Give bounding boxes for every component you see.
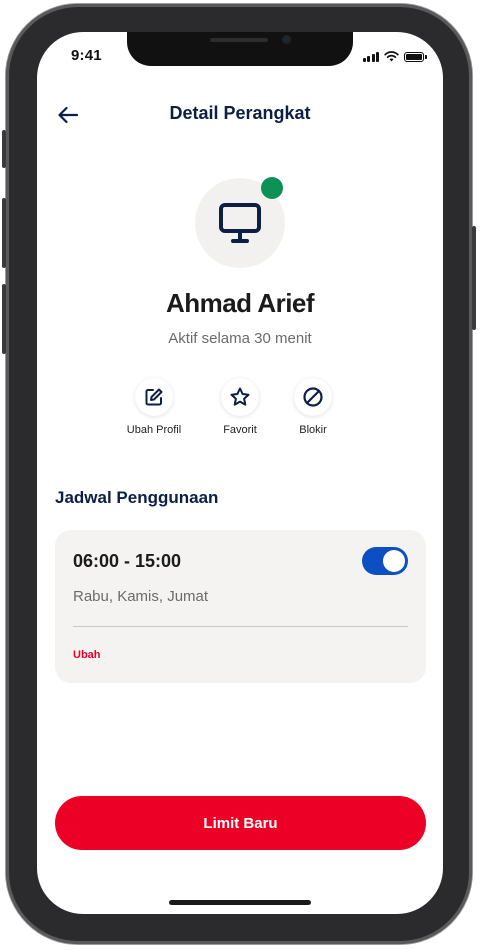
- front-camera: [282, 35, 291, 44]
- home-indicator: [169, 900, 311, 905]
- volume-down-button: [2, 284, 6, 354]
- block-label: Blokir: [299, 424, 327, 436]
- block-action[interactable]: Blokir: [271, 378, 355, 436]
- schedule-toggle[interactable]: [362, 547, 408, 575]
- app-header: Detail Perangkat: [37, 98, 443, 132]
- wifi-icon: [384, 51, 399, 62]
- phone-screen: 9:41 Detail Perangkat Ahmad Arief Aktif …: [37, 32, 443, 914]
- signal-icon: [362, 51, 379, 62]
- edit-profile-action[interactable]: Ubah Profil: [112, 378, 196, 436]
- action-row: Ubah Profil Favorit Blokir: [37, 378, 443, 444]
- mute-switch: [2, 130, 6, 168]
- star-icon: [230, 387, 250, 406]
- page-title: Detail Perangkat: [169, 103, 311, 123]
- device-status-text: Aktif selama 30 menit: [168, 330, 312, 347]
- edit-schedule-link[interactable]: Ubah: [73, 649, 101, 661]
- favorite-label: Favorit: [223, 424, 257, 436]
- speaker-grille: [210, 38, 268, 42]
- edit-profile-button[interactable]: [135, 378, 173, 416]
- battery-icon: [404, 52, 427, 62]
- volume-up-button: [2, 198, 6, 268]
- device-user-name: Ahmad Arief: [165, 288, 315, 318]
- online-status-dot: [261, 177, 283, 199]
- status-time: 9:41: [71, 47, 102, 64]
- schedule-time-range: 06:00 - 15:00: [73, 551, 182, 571]
- power-button: [472, 226, 476, 330]
- schedule-section-title: Jadwal Penggunaan: [55, 488, 219, 507]
- toggle-knob: [383, 550, 405, 572]
- edit-profile-label: Ubah Profil: [126, 424, 182, 436]
- status-icons: [362, 50, 427, 62]
- new-limit-button[interactable]: Limit Baru: [55, 796, 426, 850]
- edit-icon: [145, 388, 163, 406]
- favorite-button[interactable]: [221, 378, 259, 416]
- block-icon: [303, 387, 323, 407]
- favorite-action[interactable]: Favorit: [198, 378, 282, 436]
- schedule-days: Rabu, Kamis, Jumat: [73, 588, 209, 605]
- monitor-icon: [219, 203, 261, 243]
- schedule-card: 06:00 - 15:00 Rabu, Kamis, Jumat Ubah: [55, 530, 426, 683]
- card-divider: [73, 626, 408, 627]
- notch: [127, 32, 353, 66]
- block-button[interactable]: [294, 378, 332, 416]
